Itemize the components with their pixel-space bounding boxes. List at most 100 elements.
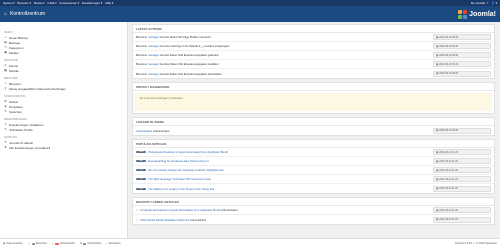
calendar-icon: ▦ — [436, 72, 439, 75]
calendar-icon: ▦ — [436, 177, 439, 181]
privacy-notice: Es sind keine Anfragen vorhanden. — [135, 93, 492, 111]
sidebar-item[interactable]: ▦ Module — [4, 68, 123, 73]
sidebar-item[interactable]: ✎ JCE Editor Profile — [4, 127, 123, 132]
sidebar-item-label: Templates — [9, 104, 23, 109]
popular-article-link[interactable]: How Reaching for Greatest Hobo Performin… — [148, 159, 433, 163]
action-user-link[interactable]: manager — [148, 72, 159, 76]
calendar-icon: ▦ — [436, 218, 439, 221]
action-row: Benutzer manager hat das Modul SP Page B… — [133, 33, 494, 42]
date-text: 2023-09-19 09:32 — [439, 62, 459, 66]
action-text: Benutzer manager hat das Paket JCE Erwei… — [136, 62, 433, 66]
sidebar-item[interactable]: ▣ Medien — [4, 50, 123, 55]
recent-article-row: ✓ Professional Features of great Swimdial… — [133, 206, 494, 215]
star-icon: ★ — [4, 145, 7, 149]
action-suffix: hat das Paket JCE Erweiterungspaket dein… — [159, 71, 222, 76]
published-check-icon[interactable]: ✓ — [136, 218, 139, 222]
footer-item[interactable]: ✉ 0 Nachrichten — [80, 242, 101, 245]
privacy-dashboard-panel: Privacy Dashboard Es sind keine Anfragen… — [132, 82, 495, 114]
calendar-icon: ▦ — [436, 129, 439, 132]
date-text: 2016-10-12 11:20 — [439, 150, 458, 154]
popular-article-link[interactable]: Professional Features of great Swimdialo… — [148, 150, 433, 154]
action-text: Benutzer manager hat das Paket JCE Erwei… — [136, 53, 433, 57]
action-suffix: hat das Modul SP Page Builder versteckt — [159, 35, 211, 39]
topmenu-item[interactable]: Menüs ▾ — [34, 1, 45, 5]
action-prefix: Benutzer — [136, 53, 148, 57]
footer-item-label: Abmelden — [108, 242, 121, 245]
calendar-icon: ▦ — [436, 168, 439, 172]
sidebar-heading: Struktur — [4, 59, 19, 62]
hits-badge: 512 — [136, 178, 146, 180]
topmenu-item[interactable]: Benutzer ▾ — [18, 1, 31, 5]
calendar-icon: ▦ — [436, 35, 439, 39]
popular-article-link[interactable]: The Making of a Legacy: First Steps to t… — [148, 187, 433, 191]
action-row: Benutzer manager hat das Paket JCE Erwei… — [133, 69, 494, 78]
popular-article-row: 456 The Making of a Legacy: First Steps t… — [133, 184, 494, 193]
logged-in-user-link[interactable]: Administrator — [136, 129, 152, 133]
calendar-icon: ▦ — [436, 62, 439, 66]
date-badge: ▦ 2016-10-12 11:20 — [433, 149, 491, 155]
calendar-icon: ▦ — [436, 159, 439, 163]
version-text: Joomla! 3.9.19 — © 2023 Sportteam — [454, 242, 497, 245]
count-badge: 0 — [31, 242, 35, 245]
calendar-icon: ▦ — [436, 44, 439, 48]
hits-badge: 456 — [136, 187, 146, 190]
popular-article-row: 1028 Professional Features of great Swimd… — [133, 148, 494, 157]
date-text: 2016-10-12 11:20 — [439, 218, 458, 221]
date-badge: ▦ 2023-09-19 09:34 — [433, 34, 491, 40]
popular-article-link[interactable]: The Web language Technique Wih Good Gut … — [148, 177, 433, 181]
topmenu-item[interactable]: Erweiterungen ▾ — [82, 1, 102, 5]
footer-item[interactable]: ☺ 0 Besucher — [28, 242, 47, 245]
recent-article-text: Main Media Ready Buildakes Maximize Admi… — [141, 218, 433, 222]
hits-badge: 863 — [136, 160, 146, 162]
users-icon: ☺ — [4, 81, 8, 85]
date-badge: ▦ 2016-10-12 11:20 — [433, 216, 491, 223]
recent-article-text: Professional Features of great Swimdialo… — [141, 208, 433, 212]
action-text: Benutzer manager hat das Modul SP Page B… — [136, 35, 433, 39]
sidebar-item-label: Erweiterungen installieren — [9, 122, 44, 127]
recent-article-link[interactable]: Main Media Ready Buildakes Maximize — [141, 218, 190, 222]
published-check-icon[interactable]: ✓ — [136, 208, 139, 212]
popular-article-link[interactable]: 40+ the bosque beauty lure language sout… — [148, 168, 433, 172]
date-badge: ▦ 2023-09-19 09:32 — [433, 52, 491, 58]
recent-article-link[interactable]: Professional Features of great Swimdialo… — [141, 208, 221, 212]
action-user-link[interactable]: manager — [148, 53, 159, 57]
jce-icon: ✎ — [4, 127, 7, 131]
page-title: ⌂ Kontrollzentrum — [4, 11, 46, 17]
recent-article-author: Administrator — [221, 208, 238, 212]
sidebar-item[interactable]: ★ Alle Erweiterungen sind aktuell — [4, 145, 123, 150]
topmenu-item[interactable]: Hilfe ▾ — [105, 1, 113, 5]
action-user-link[interactable]: manager — [148, 44, 159, 48]
date-text: 2016-10-12 11:20 — [439, 187, 458, 190]
topbar-link[interactable]: My Joomla! ↗ — [471, 1, 488, 5]
sidebar-heading: Konfiguration — [4, 95, 26, 98]
panel-title: Popular Articles — [133, 140, 494, 148]
footer-item[interactable]: ◉ Seite ansehen — [3, 242, 23, 245]
date-badge: ▦ 2016-10-12 11:20 — [433, 185, 491, 192]
panel-title: Privacy Dashboard — [133, 83, 494, 91]
main-content: Latest Actions Benutzer manager hat das … — [132, 24, 495, 228]
footer-item[interactable]: ☺ 1 Administrator — [52, 242, 75, 245]
joomla-logo-icon — [458, 9, 468, 19]
sidebar-heading: Benutzer — [4, 77, 18, 80]
recent-article-row: ✓ Main Media Ready Buildakes Maximize Adm… — [133, 215, 494, 224]
joomla-logo[interactable]: Joomla! — [458, 9, 496, 19]
logged-in-text: Administrator Administrator — [136, 129, 433, 133]
sidebar: Inhalt + Neuer Beitrag ▤ Beiträge ▭ Kategorien… — [0, 22, 128, 238]
sidebar-item[interactable]: ✎ Sprachen — [4, 109, 123, 114]
topmenu-item[interactable]: Inhalt ▾ — [47, 1, 56, 5]
sidebar-item-label: Kategorien — [9, 45, 24, 50]
action-user-link[interactable]: manager — [148, 35, 159, 39]
popular-article-row: 512 The Web language Technique Wih Good G… — [133, 175, 494, 184]
topbar-link[interactable]: 👤 ▾ — [491, 1, 497, 5]
action-user-link[interactable]: manager — [148, 62, 159, 66]
action-row: Benutzer manager hat einen Eintrag in di… — [133, 42, 494, 51]
calendar-icon: ▦ — [436, 150, 439, 154]
sidebar-item[interactable]: ⚷ Meine ausgewählten Datenschutzanfragen — [4, 86, 123, 91]
popular-article-row: 740 40+ the bosque beauty lure language s… — [133, 166, 494, 175]
footer-item[interactable]: − Abmelden — [106, 242, 120, 245]
date-text: 2023-09-19 09:34 — [439, 35, 459, 39]
topmenu-item[interactable]: System ▾ — [3, 1, 15, 5]
topmenu-item[interactable]: Komponenten ▾ — [60, 1, 80, 5]
sidebar-item-label: Sprachen — [9, 109, 22, 114]
sidebar-item-label: Beiträge — [9, 40, 21, 45]
